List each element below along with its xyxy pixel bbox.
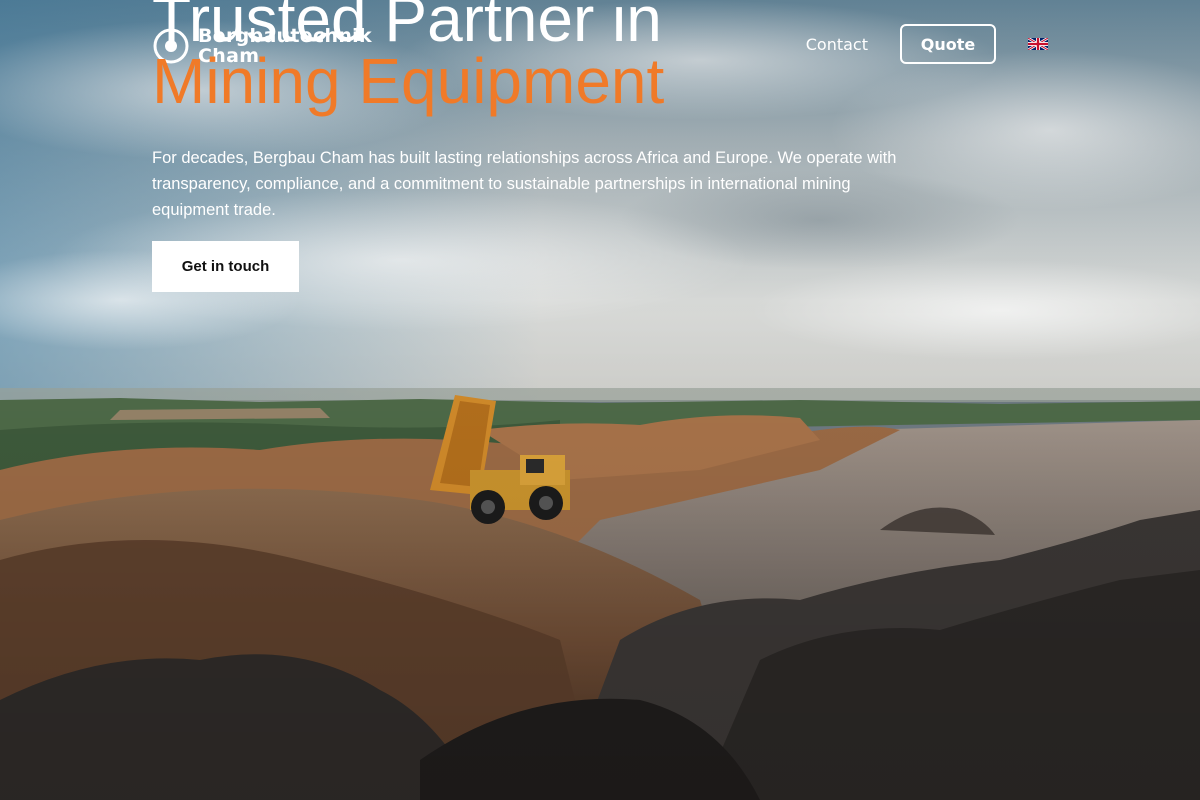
hero-section: Bergbautechnik Cham Trusted Partner in M… xyxy=(0,0,1200,800)
uk-flag-icon[interactable] xyxy=(1028,38,1048,50)
headline-line2-accent: Mining Equipment xyxy=(152,45,665,117)
hero-description: For decades, Bergbau Cham has built last… xyxy=(152,149,897,219)
nav-link-contact[interactable]: Contact xyxy=(806,35,868,54)
headline-line1: Trusted Partner in xyxy=(152,0,662,55)
get-in-touch-button[interactable]: Get in touch xyxy=(152,241,299,292)
page-title: Trusted Partner in Mining Equipment xyxy=(152,0,665,117)
quote-button[interactable]: Quote xyxy=(900,24,996,64)
mining-landscape-background xyxy=(0,0,1200,800)
main-nav: Contact Quote xyxy=(806,24,1048,64)
